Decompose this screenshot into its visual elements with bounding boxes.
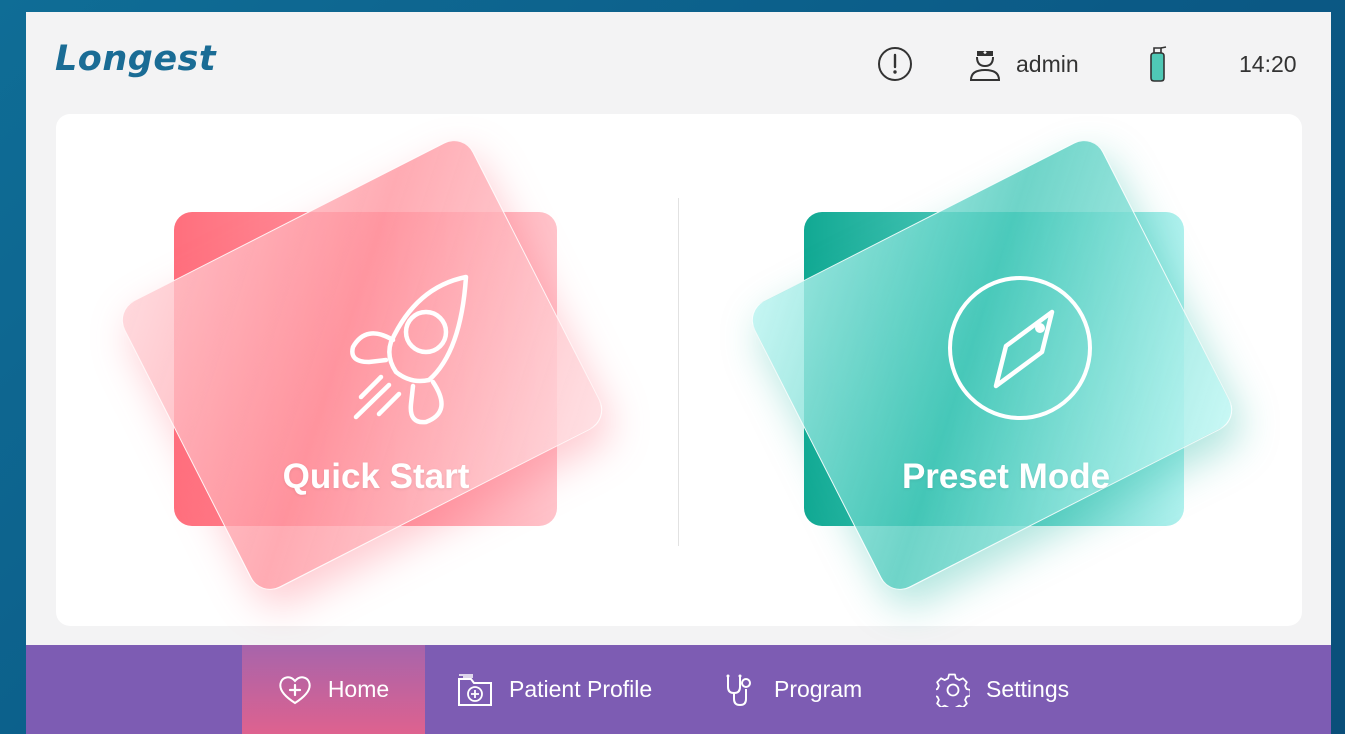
nav-patient-profile-label: Patient Profile (509, 676, 653, 702)
mode-selection-card: Quick Start Preset Mode (56, 114, 1302, 626)
nav-item-program[interactable]: Program (724, 645, 862, 734)
fluid-bottle-icon (1150, 46, 1167, 82)
doctor-icon (969, 51, 1001, 81)
top-header: Longest admin 14:20 (26, 12, 1331, 112)
rocket-icon (350, 274, 469, 425)
heart-plus-icon (279, 675, 311, 704)
nav-settings-label: Settings (986, 676, 1070, 702)
fluid-level-indicator[interactable] (1146, 46, 1170, 82)
folder-plus-icon (458, 673, 492, 706)
clock: 14:20 (1239, 48, 1297, 80)
compass-icon (948, 276, 1092, 420)
nav-item-patient-profile[interactable]: Patient Profile (457, 645, 652, 734)
preset-mode-button[interactable]: Preset Mode (744, 132, 1256, 598)
stethoscope-icon (726, 674, 751, 706)
gear-icon (936, 673, 970, 707)
quick-start-button[interactable]: Quick Start (114, 132, 626, 598)
quick-start-label: Quick Start (282, 457, 470, 496)
user-name: admin (1016, 50, 1079, 77)
nav-program-label: Program (774, 676, 863, 702)
exclamation-circle-icon (878, 47, 912, 81)
clock-time: 14:20 (1239, 50, 1297, 77)
nav-item-home[interactable]: Home (242, 645, 425, 734)
nav-home-label: Home (327, 676, 390, 702)
preset-mode-label: Preset Mode (901, 457, 1111, 496)
user-account[interactable]: admin (968, 48, 1079, 81)
app-screen: Longest admin 14:20 Quick Start Preset M… (26, 12, 1331, 734)
tile-divider (678, 198, 679, 546)
nav-item-settings[interactable]: Settings (936, 645, 1069, 734)
alert-button[interactable] (877, 47, 913, 81)
brand-logo: Longest (55, 39, 217, 79)
bottom-navigation: Home Patient Profile Program Settings (26, 645, 1331, 734)
